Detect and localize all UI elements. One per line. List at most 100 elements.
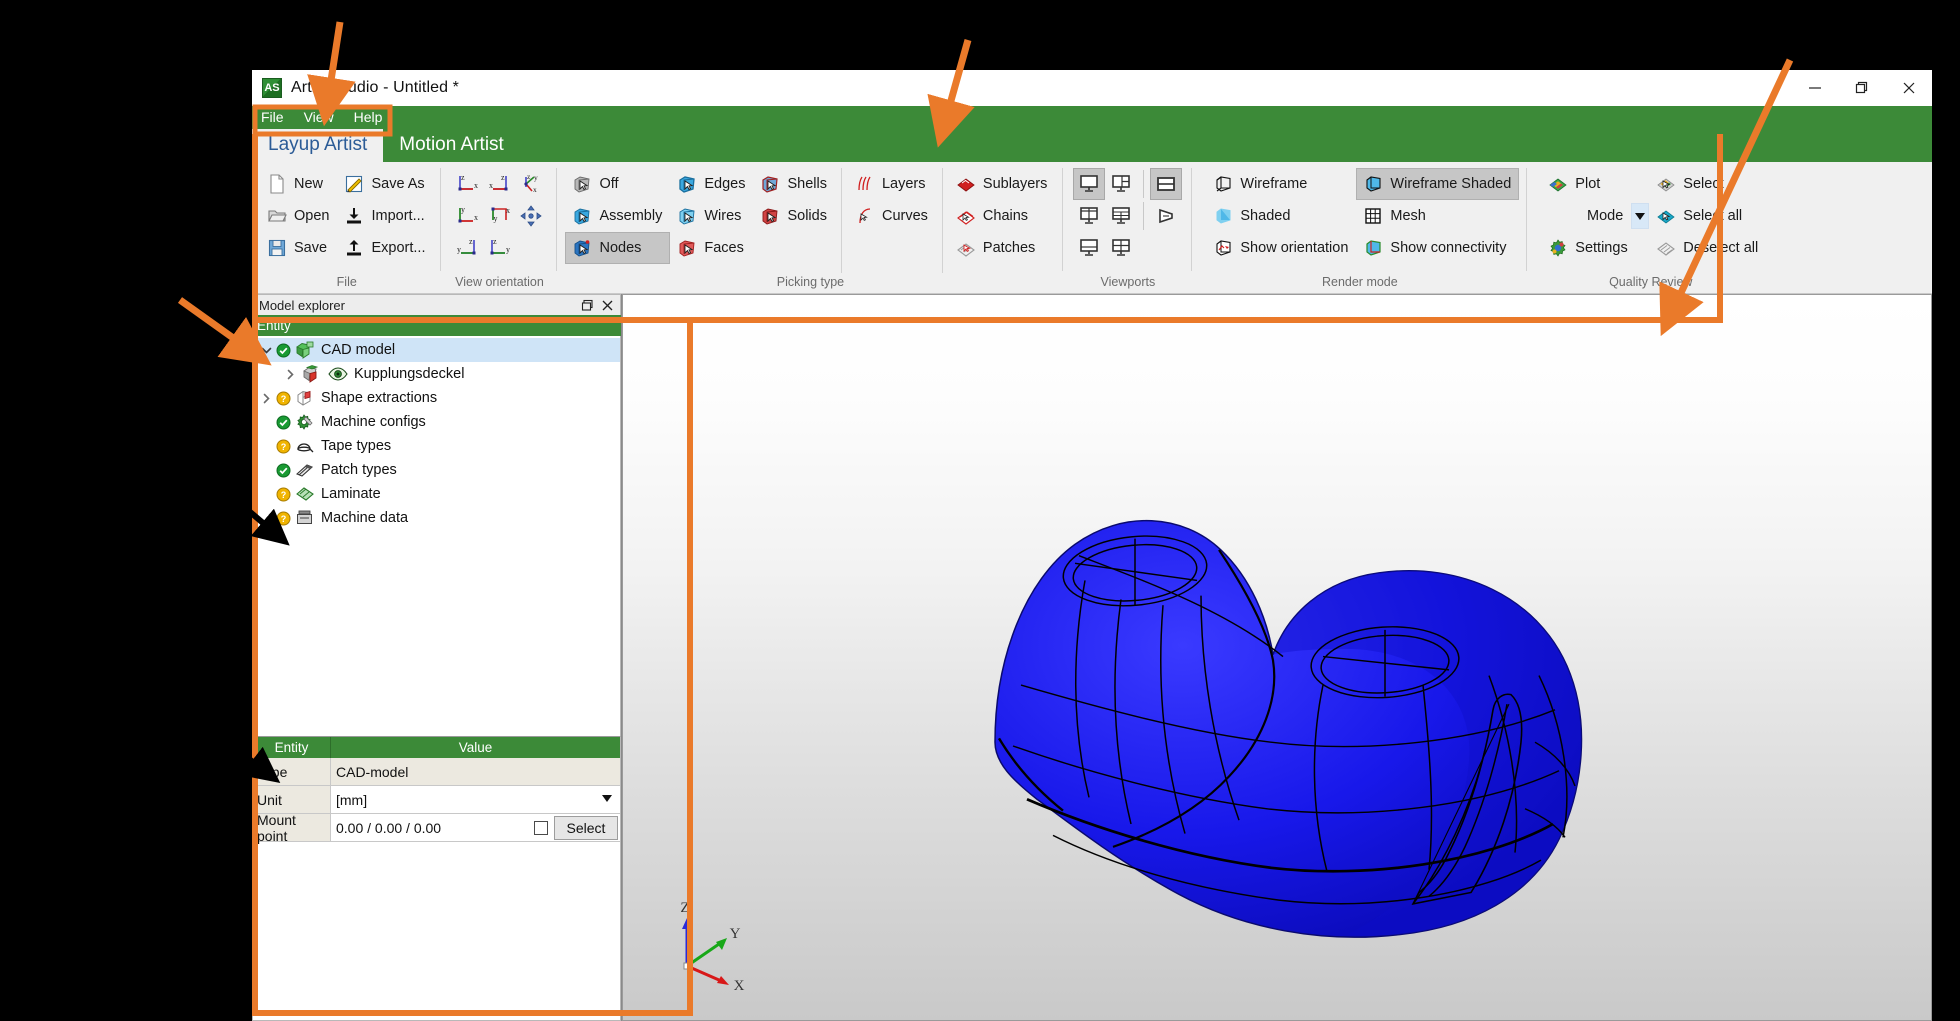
ribbon-button-pick-faces[interactable]: Faces (670, 232, 753, 264)
ribbon-button-new[interactable]: New (260, 168, 337, 200)
restore-icon[interactable] (1838, 70, 1885, 106)
property-row-unit[interactable]: Unit [mm] (253, 786, 620, 814)
ribbon-button-label: Settings (1575, 240, 1628, 256)
ribbon: New Open Save Save As Import... Export..… (252, 162, 1932, 294)
ribbon-group-label: Render mode (1321, 275, 1398, 289)
axis-label-x: X (734, 978, 745, 990)
ribbon-button-pick-nodes[interactable]: Nodes (565, 232, 671, 264)
chevron-right-icon[interactable] (281, 369, 299, 380)
mount-point-value-cell[interactable]: 0.00 / 0.00 / 0.00 Select (331, 814, 620, 841)
chevron-right-icon[interactable] (257, 393, 275, 404)
svg-text:y: y (534, 173, 538, 182)
view-zx-icon[interactable]: zx (451, 168, 483, 200)
ribbon-button-label: Shells (787, 176, 827, 192)
ribbon-button-sublayers[interactable]: Sublayers (949, 168, 1055, 200)
viewport-3-mixed-icon[interactable] (1105, 200, 1137, 232)
viewport-quad-icon[interactable] (1105, 232, 1137, 264)
tree-node-machine-configs[interactable]: Machine configs (253, 410, 620, 434)
visibility-eye-icon[interactable] (325, 367, 351, 381)
ribbon-button-pick-assembly[interactable]: Assembly (565, 200, 670, 232)
viewport-single-icon[interactable] (1073, 168, 1106, 200)
svg-text:y: y (506, 245, 510, 254)
view-yx-icon[interactable]: yx (451, 200, 483, 232)
close-panel-icon[interactable] (599, 297, 616, 314)
tree-node-machine-data[interactable]: ? Machine data (253, 506, 620, 530)
pick-faces-icon (676, 237, 698, 259)
ribbon-button-qr-select-all[interactable]: Select all (1649, 200, 1766, 232)
tree-node-kupplungsdeckel[interactable]: Kupplungsdeckel (253, 362, 620, 386)
ribbon-button-qr-deselect-all[interactable]: Deselect all (1649, 232, 1766, 264)
view-xz-icon[interactable]: zx (483, 168, 515, 200)
tab-layup-artist[interactable]: Layup Artist (252, 129, 384, 162)
ribbon-button-shaded[interactable]: Shaded (1206, 200, 1356, 232)
ribbon-button-pick-shells[interactable]: Shells (753, 168, 835, 200)
property-header-entity: Entity (253, 737, 331, 758)
ribbon-button-qr-select[interactable]: Select (1649, 168, 1766, 200)
ribbon-button-label: Open (294, 208, 330, 224)
ribbon-button-wireframe-shaded[interactable]: Wireframe Shaded (1356, 168, 1520, 200)
ribbon-button-show-connectivity[interactable]: Show connectivity (1356, 232, 1519, 264)
view-yz-icon[interactable]: zy (451, 232, 483, 264)
ribbon-button-wireframe[interactable]: Wireframe (1206, 168, 1356, 200)
property-key: Type (253, 758, 331, 785)
model-tree[interactable]: CAD model Kupplungsdeckel ? Shape extrac… (252, 336, 621, 736)
save-disk-icon (266, 237, 288, 259)
tree-node-patch-types[interactable]: Patch types (253, 458, 620, 482)
ribbon-button-label: Assembly (599, 208, 663, 224)
menu-item-help[interactable]: Help (354, 106, 383, 128)
ribbon-button-export[interactable]: Export... (337, 232, 433, 264)
ribbon-button-pick-wires[interactable]: Wires (670, 200, 753, 232)
ribbon-button-save[interactable]: Save (260, 232, 337, 264)
ribbon-button-label: Show connectivity (1390, 240, 1507, 256)
mode-dropdown-icon[interactable] (1631, 203, 1650, 229)
svg-text:z: z (493, 237, 497, 246)
viewport-2-top-split-icon[interactable] (1073, 200, 1105, 232)
menu-item-file[interactable]: File (261, 106, 284, 128)
viewport-perspective-icon[interactable] (1150, 200, 1182, 232)
view-orientation-empty-slot (515, 232, 547, 264)
ribbon-button-import[interactable]: Import... (337, 200, 433, 232)
tree-node-laminate[interactable]: ? Laminate (253, 482, 620, 506)
mount-point-select-button[interactable]: Select (554, 815, 618, 840)
ribbon-button-chains[interactable]: Chains (949, 200, 1055, 232)
3d-viewport[interactable]: Z Y X (622, 294, 1932, 1021)
ribbon-button-pick-solids[interactable]: Solids (753, 200, 835, 232)
view-fit-move-icon[interactable] (515, 200, 547, 232)
unit-dropdown[interactable]: [mm] (331, 786, 620, 813)
ribbon-button-settings[interactable]: Settings (1541, 232, 1649, 264)
close-icon[interactable] (1885, 70, 1932, 106)
ribbon-button-layers[interactable]: Layers (848, 168, 936, 200)
view-zyx-iso-icon[interactable]: zyx (515, 168, 547, 200)
minimize-icon[interactable] (1791, 70, 1838, 106)
axis-label-y: Y (730, 926, 741, 942)
ribbon-dropdown-mode[interactable]: Mode (1541, 200, 1650, 232)
ribbon-button-pick-off[interactable]: Off (565, 168, 670, 200)
ribbon-button-open[interactable]: Open (260, 200, 337, 232)
tree-node-shape-extractions[interactable]: ? Shape extractions (253, 386, 620, 410)
ribbon-button-mesh[interactable]: Mesh (1356, 200, 1519, 232)
tree-node-label: CAD model (321, 342, 396, 358)
view-yx-alt-icon[interactable]: yx (483, 200, 515, 232)
ribbon-button-pick-edges[interactable]: Edges (670, 168, 753, 200)
tree-node-cad-model[interactable]: CAD model (253, 338, 620, 362)
wireframe-shaded-icon (1362, 173, 1384, 195)
chevron-down-icon[interactable] (602, 794, 620, 805)
ribbon-button-save-as[interactable]: Save As (337, 168, 433, 200)
plot-icon (1547, 173, 1569, 195)
float-panel-icon[interactable] (579, 297, 596, 314)
ribbon-button-show-orientation[interactable]: Show orientation (1206, 232, 1356, 264)
tree-node-tape-types[interactable]: ? Tape types (253, 434, 620, 458)
viewport-2-right-split-icon[interactable] (1105, 168, 1137, 200)
tab-motion-artist[interactable]: Motion Artist (383, 129, 520, 162)
ribbon-button-plot[interactable]: Plot (1541, 168, 1649, 200)
mount-point-checkbox[interactable] (534, 820, 548, 835)
ribbon-button-patches[interactable]: Patches (949, 232, 1055, 264)
viewport-horizontal-split-icon[interactable] (1150, 168, 1183, 200)
view-zy-icon[interactable]: zy (483, 232, 515, 264)
property-row-mount-point[interactable]: Mount point 0.00 / 0.00 / 0.00 Select (253, 812, 620, 844)
menu-item-view[interactable]: View (304, 106, 334, 128)
chevron-down-icon[interactable] (257, 345, 275, 356)
viewport-2-bottom-split-icon[interactable] (1073, 232, 1105, 264)
ribbon-button-curves[interactable]: Curves (848, 200, 936, 232)
ribbon-button-label: Layers (881, 176, 926, 192)
